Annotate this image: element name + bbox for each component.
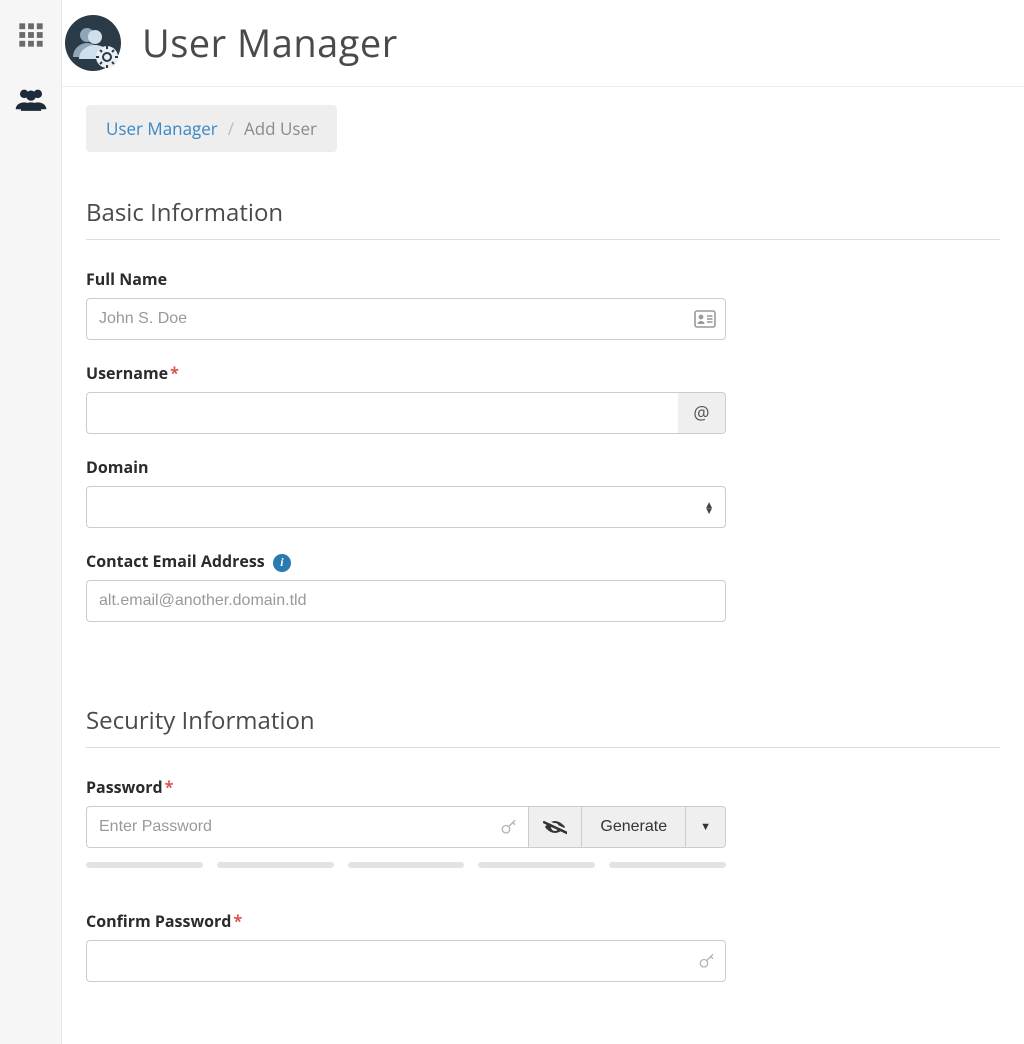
eye-off-icon — [543, 817, 567, 837]
required-asterisk: * — [170, 362, 179, 384]
password-label: Password* — [86, 776, 1000, 798]
full-name-input[interactable] — [86, 298, 726, 340]
strength-bar — [348, 862, 465, 868]
password-input[interactable] — [86, 806, 528, 848]
generate-password-button[interactable]: Generate — [582, 806, 686, 848]
required-asterisk: * — [165, 776, 174, 798]
caret-down-icon: ▼ — [700, 821, 711, 833]
breadcrumb: User Manager / Add User — [86, 105, 337, 152]
password-strength-meter — [86, 862, 726, 868]
users-icon[interactable] — [14, 82, 48, 116]
username-at-addon: @ — [678, 392, 726, 434]
contact-email-label: Contact Email Address i — [86, 550, 726, 572]
page-header: User Manager — [62, 0, 1024, 87]
section-security-title: Security Information — [86, 704, 1000, 748]
domain-select[interactable] — [86, 486, 726, 528]
toggle-password-visibility-button[interactable] — [528, 806, 582, 848]
domain-label: Domain — [86, 456, 726, 478]
strength-bar — [217, 862, 334, 868]
username-input[interactable] — [86, 392, 678, 434]
section-basic-title: Basic Information — [86, 196, 1000, 240]
full-name-label: Full Name — [86, 268, 726, 290]
user-manager-app-icon — [62, 12, 124, 74]
left-sidebar — [0, 0, 62, 1044]
info-icon[interactable]: i — [273, 554, 291, 572]
confirm-password-input[interactable] — [86, 940, 726, 982]
strength-bar — [86, 862, 203, 868]
apps-grid-icon[interactable] — [14, 18, 48, 52]
contact-email-input[interactable] — [86, 580, 726, 622]
breadcrumb-current: Add User — [244, 117, 317, 140]
page-title: User Manager — [142, 17, 398, 69]
generate-options-dropdown-button[interactable]: ▼ — [686, 806, 726, 848]
required-asterisk: * — [233, 910, 242, 932]
username-label: Username* — [86, 362, 726, 384]
strength-bar — [609, 862, 726, 868]
confirm-password-label: Confirm Password* — [86, 910, 726, 932]
strength-bar — [478, 862, 595, 868]
breadcrumb-root-link[interactable]: User Manager — [106, 117, 218, 140]
breadcrumb-separator: / — [228, 117, 234, 140]
